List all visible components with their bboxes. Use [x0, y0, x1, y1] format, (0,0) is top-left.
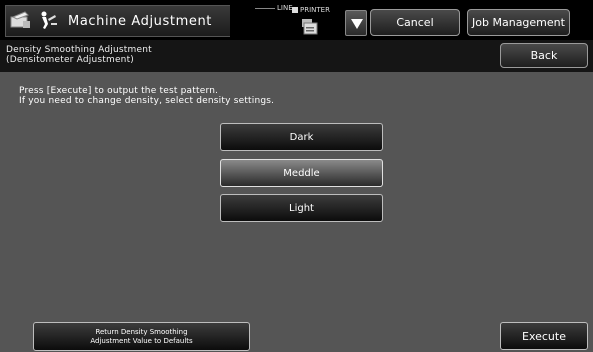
return-button-line2: Adjustment Value to Defaults — [90, 336, 193, 345]
density-light-button[interactable]: Light — [220, 194, 383, 222]
adjustment-icon — [41, 11, 57, 29]
execute-button[interactable]: Execute — [500, 322, 588, 350]
density-medium-button[interactable]: Meddle — [220, 159, 383, 187]
page-title: Machine Adjustment — [68, 14, 212, 29]
return-button-line1: Return Density Smoothing — [95, 327, 188, 336]
copier-icon — [10, 11, 30, 28]
printer-icon — [302, 19, 318, 35]
instruction-text-2: If you need to change density, select de… — [19, 96, 275, 106]
density-dark-button[interactable]: Dark — [220, 123, 383, 151]
printer-indicator-icon — [292, 7, 298, 13]
printer-status-label: PRINTER — [300, 6, 330, 14]
printer-status: PRINTER — [292, 6, 330, 14]
line-status-label: LINE — [255, 4, 293, 12]
screen-subtitle: (Densitometer Adjustment) — [6, 55, 135, 65]
screen-title: Density Smoothing Adjustment — [6, 45, 152, 55]
instruction-text-1: Press [Execute] to output the test patte… — [19, 86, 219, 96]
return-to-defaults-button[interactable]: Return Density Smoothing Adjustment Valu… — [33, 322, 250, 351]
dropdown-arrow-icon[interactable] — [345, 10, 367, 36]
top-bar: Machine Adjustment LINE PRINTER Cancel J… — [0, 0, 593, 40]
back-button[interactable]: Back — [500, 43, 588, 68]
cancel-button[interactable]: Cancel — [370, 9, 460, 36]
job-management-button[interactable]: Job Management — [467, 9, 570, 36]
